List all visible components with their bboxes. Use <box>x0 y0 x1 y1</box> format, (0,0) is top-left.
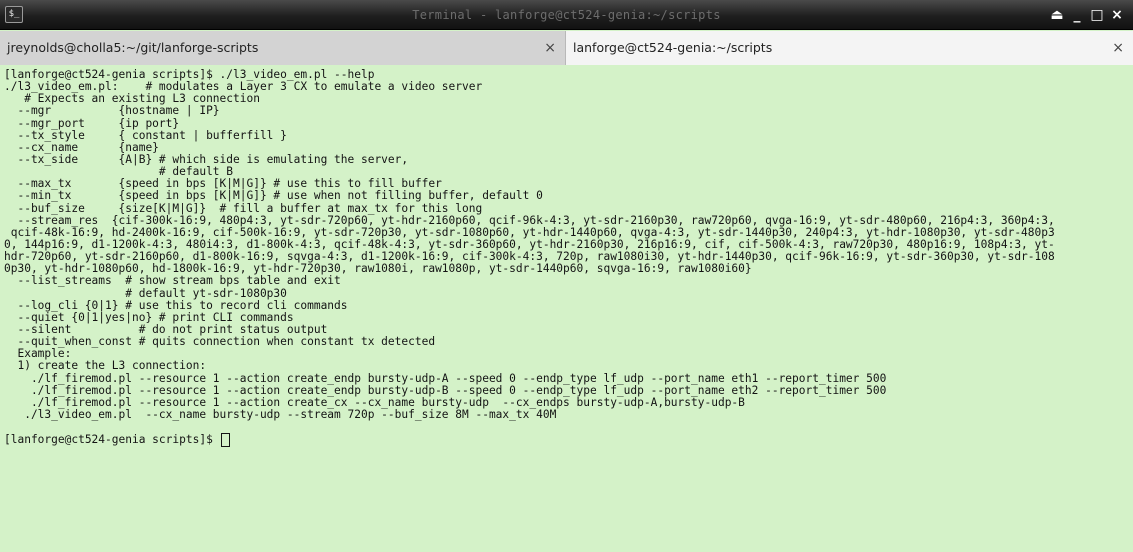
terminal-line: ./l3_video_em.pl: # modulates a Layer 3 … <box>4 81 483 94</box>
tab-jreynolds-cholla5[interactable]: jreynolds@cholla5:~/git/lanforge-scripts… <box>0 31 566 65</box>
terminal-line: ./lf_firemod.pl --resource 1 --action cr… <box>4 384 887 397</box>
terminal-line: --cx_name {name} <box>4 141 159 154</box>
terminal-window: $_ Terminal - lanforge@ct524-genia:~/scr… <box>0 0 1133 552</box>
tab-close-icon[interactable]: × <box>1112 31 1124 65</box>
terminal-line: --max_tx {speed in bps [K|M|G]} # use th… <box>4 178 442 191</box>
terminal-line: --list_streams # show stream bps table a… <box>4 275 341 288</box>
tab-close-icon[interactable]: × <box>544 31 556 65</box>
terminal-line: ./lf_firemod.pl --resource 1 --action cr… <box>4 396 745 409</box>
terminal-line: hdr-720p60, yt-sdr-2160p60, d1-800k-16:9… <box>4 251 1055 264</box>
terminal-line: --mgr {hostname | IP} <box>4 105 220 118</box>
terminal-line: --buf_size {size[K|M|G]} # fill a buffer… <box>4 202 483 215</box>
terminal-line: --tx_style { constant | bufferfill } <box>4 129 287 142</box>
terminal-line: --silent # do not print status output <box>4 323 328 336</box>
eject-icon[interactable]: ⏏ <box>1049 6 1065 24</box>
tab-label: jreynolds@cholla5:~/git/lanforge-scripts <box>7 40 259 55</box>
terminal-line: [lanforge@ct524-genia scripts]$ ./l3_vid… <box>4 69 375 81</box>
tab-bar: jreynolds@cholla5:~/git/lanforge-scripts… <box>0 31 1133 65</box>
terminal-line: # Expects an existing L3 connection <box>4 93 260 106</box>
shell-prompt: [lanforge@ct524-genia scripts]$ <box>4 433 220 447</box>
terminal-line: ./lf_firemod.pl --resource 1 --action cr… <box>4 372 887 385</box>
shell-prompt-line[interactable]: [lanforge@ct524-genia scripts]$ <box>4 433 1133 448</box>
minimize-icon[interactable]: _ <box>1069 6 1085 24</box>
tab-lanforge-ct524-genia[interactable]: lanforge@ct524-genia:~/scripts × <box>566 31 1133 65</box>
terminal-line: --quit_when_const # quits connection whe… <box>4 336 436 349</box>
maximize-icon[interactable]: □ <box>1089 6 1105 24</box>
title-bar[interactable]: $_ Terminal - lanforge@ct524-genia:~/scr… <box>0 0 1133 30</box>
tab-label: lanforge@ct524-genia:~/scripts <box>573 40 773 55</box>
terminal-line: qcif-48k-16:9, hd-2400k-16:9, cif-500k-1… <box>4 226 1055 239</box>
terminal-line: --tx_side {A|B} # which side is emulatin… <box>4 153 409 166</box>
close-icon[interactable]: × <box>1109 6 1125 24</box>
text-cursor[interactable] <box>220 433 230 448</box>
window-controls: ⏏ _ □ × <box>1049 0 1125 30</box>
terminal-output[interactable]: [lanforge@ct524-genia scripts]$ ./l3_vid… <box>0 66 1133 552</box>
terminal-line: ./l3_video_em.pl --cx_name bursty-udp --… <box>4 408 557 421</box>
terminal-line: --quiet {0|1|yes|no} # print CLI command… <box>4 311 294 324</box>
terminal-line: --stream_res {cif-300k-16:9, 480p4:3, yt… <box>4 214 1055 227</box>
terminal-line: 0, 144p16:9, d1-1200k-4:3, 480i4:3, d1-8… <box>4 238 1055 251</box>
terminal-line: 0p30, yt-hdr-1080p60, hd-1800k-16:9, yt-… <box>4 263 752 276</box>
terminal-line: --mgr_port {ip port} <box>4 117 180 130</box>
terminal-line: # default yt-sdr-1080p30 <box>4 287 287 300</box>
terminal-line: 1) create the L3 connection: <box>4 360 207 373</box>
terminal-line: --min_tx {speed in bps [K|M|G]} # use wh… <box>4 190 543 203</box>
terminal-line: --log_cli {0|1} # use this to record cli… <box>4 299 348 312</box>
window-title: Terminal - lanforge@ct524-genia:~/script… <box>412 8 721 22</box>
terminal-line: Example: <box>4 348 72 361</box>
terminal-line: # default B <box>4 166 234 179</box>
